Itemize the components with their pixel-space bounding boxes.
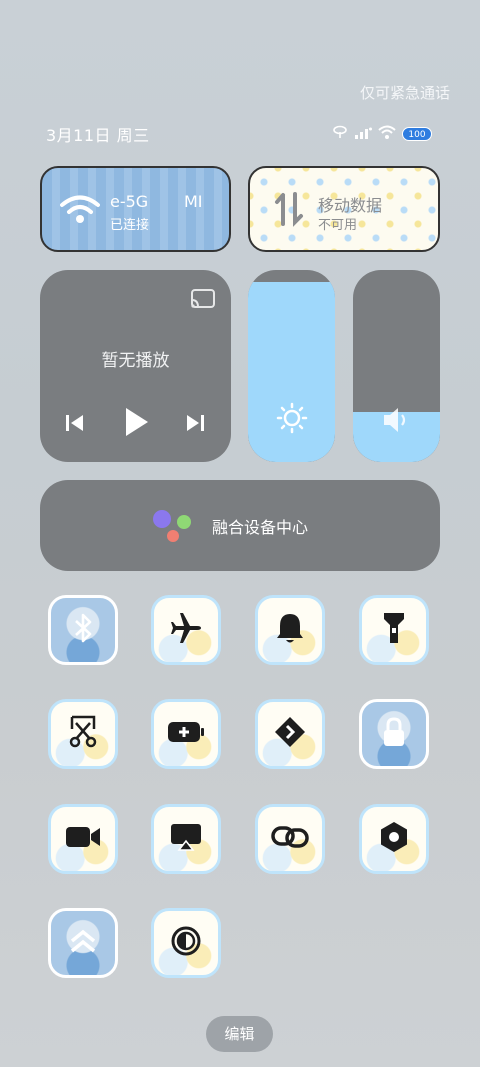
airplane-icon [169,611,203,649]
bluetooth-toggle[interactable] [48,595,118,665]
mobile-data-label: 移动数据 [318,196,383,215]
mobile-data-icon [274,190,304,232]
settings-toggle[interactable] [359,804,429,874]
cast-icon[interactable] [190,288,216,314]
next-icon[interactable] [184,412,206,438]
nfc-toggle[interactable] [255,699,325,769]
media-player[interactable]: 暂无播放 [40,270,231,462]
battery-icon: 100 [402,126,432,141]
screenshot-toggle[interactable] [48,699,118,769]
previous-icon[interactable] [64,412,86,438]
ringer-toggle[interactable] [255,595,325,665]
hotspot-icon [332,124,348,143]
battery-saver-icon [166,719,206,749]
device-center-button[interactable]: 融合设备中心 [40,480,440,571]
wifi-icon [60,194,100,228]
media-title: 暂无播放 [101,351,170,371]
nfc-icon [273,715,307,753]
wifi-name: e-5G [110,192,149,211]
chevron-up-icon [68,927,98,959]
lock-icon [381,716,407,752]
date-label: 3月11日 周三 [46,126,150,145]
emergency-call-text: 仅可紧急通话 [359,84,450,102]
device-center-icon [150,508,192,548]
brightness-slider[interactable] [248,270,335,462]
volume-slider[interactable] [353,270,440,462]
contrast-icon [170,925,202,961]
link-icon [271,822,309,856]
link-toggle[interactable] [255,804,325,874]
status-icons: 100 [332,124,432,143]
brightness-icon [276,402,308,438]
device-center-label: 融合设备中心 [212,518,309,537]
screen-record-toggle[interactable] [48,804,118,874]
hexagon-settings-icon [378,820,410,858]
collapse-toggle[interactable] [48,908,118,978]
flashlight-toggle[interactable] [359,595,429,665]
wifi-name-extra: MI [184,192,203,211]
scissors-icon [68,715,98,753]
wifi-status: 已连接 [110,218,150,233]
airplay-icon [169,822,203,856]
mobile-data-tile[interactable]: 移动数据 不可用 [248,166,440,252]
wifi-status-icon [378,124,396,143]
video-camera-icon [64,824,102,854]
volume-icon [382,406,412,438]
wifi-tile[interactable]: e-5G MI 已连接 [40,166,231,252]
bluetooth-icon [71,612,95,648]
mobile-data-status: 不可用 [318,218,358,233]
signal-icon [354,124,372,143]
screen-lock-toggle[interactable] [359,699,429,769]
play-icon[interactable] [122,406,150,442]
battery-saver-toggle[interactable] [151,699,221,769]
flashlight-icon [381,610,407,650]
airplane-mode-toggle[interactable] [151,595,221,665]
edit-button[interactable]: 编辑 [206,1016,273,1052]
bell-icon [275,611,305,649]
dark-mode-toggle[interactable] [151,908,221,978]
screen-cast-toggle[interactable] [151,804,221,874]
